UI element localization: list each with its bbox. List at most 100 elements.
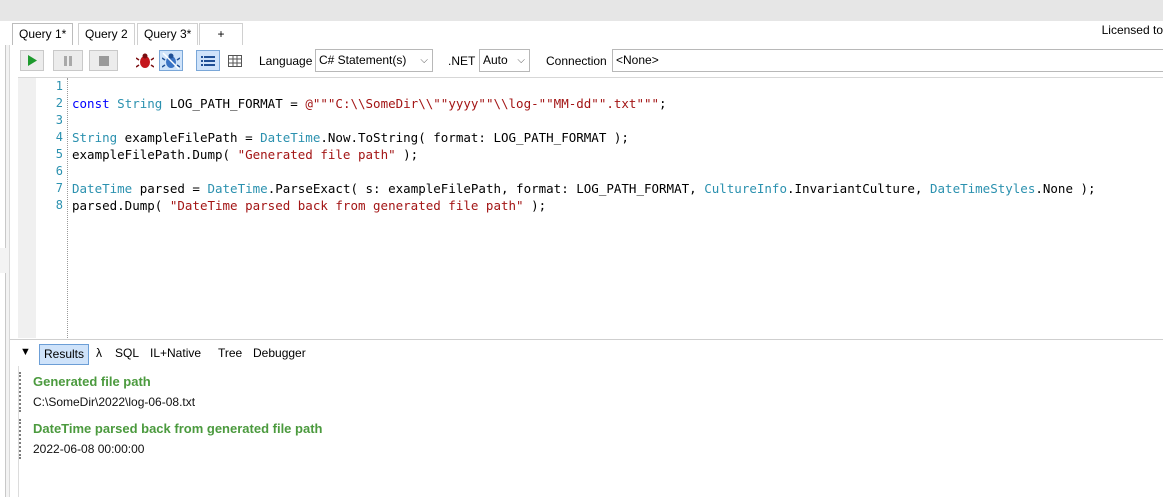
code-token: .Now.ToString( format: LOG_PATH_FORMAT )… — [320, 130, 629, 145]
line-number: 2 — [55, 96, 63, 110]
licensed-to-text: Licensed to — [1101, 23, 1163, 37]
result-value: C:\SomeDir\2022\log-06-08.txt — [33, 395, 196, 409]
type-token: DateTime — [260, 130, 321, 145]
dotnet-label: .NET — [448, 54, 476, 68]
chevron-down-icon: ⌵ — [420, 55, 428, 66]
result-tab-label: λ — [96, 346, 102, 360]
tab-label: Query 3* — [144, 27, 192, 41]
tab-il-native[interactable]: IL+Native — [146, 344, 205, 365]
left-panel-upper — [0, 45, 6, 248]
breakpoint-margin[interactable] — [18, 78, 36, 338]
type-token: String — [117, 96, 163, 111]
tab-tree[interactable]: Tree — [214, 344, 246, 365]
pause-icon — [64, 55, 72, 66]
bug-crossed-icon — [162, 51, 180, 70]
string-token: @"""C:\\SomeDir\\""yyyy""\\log-""MM-dd""… — [305, 96, 660, 111]
tab-query-1[interactable]: Query 1* — [12, 23, 74, 45]
results-grid-button[interactable] — [224, 50, 246, 71]
result-tab-label: IL+Native — [150, 346, 202, 360]
results-panel: Generated file path C:\SomeDir\2022\log-… — [18, 366, 1163, 497]
code-token: LOG_PATH_FORMAT = — [162, 96, 306, 111]
type-token: String — [72, 130, 118, 145]
code-line-5: exampleFilePath.Dump( "Generated file pa… — [72, 146, 418, 163]
string-token: "DateTime parsed back from generated fil… — [169, 198, 524, 213]
left-side-panel — [0, 45, 10, 497]
chevron-down-icon: ⌵ — [517, 55, 525, 66]
left-panel-lower — [0, 273, 6, 497]
code-token: exampleFilePath = — [117, 130, 261, 145]
string-token: "Generated file path" — [237, 147, 396, 162]
code-line-2: const String LOG_PATH_FORMAT = @"""C:\\S… — [72, 95, 667, 112]
code-line-7: DateTime parsed = DateTime.ParseExact( s… — [72, 180, 1096, 197]
code-token: ); — [395, 147, 419, 162]
grid-view-icon — [228, 54, 242, 67]
tab-label: Query 2 — [85, 27, 128, 41]
code-token: parsed.Dump( — [72, 198, 170, 213]
result-value: 2022-06-08 00:00:00 — [33, 442, 145, 456]
code-line-4: String exampleFilePath = DateTime.Now.To… — [72, 129, 629, 146]
window-top-strip — [0, 0, 1163, 21]
tab-query-3[interactable]: Query 3* — [137, 23, 199, 45]
bug-button[interactable] — [134, 50, 156, 71]
bug-icon — [136, 53, 154, 68]
result-item: Generated file path C:\SomeDir\2022\log-… — [19, 372, 195, 412]
connection-select-value: <None> — [616, 53, 659, 67]
code-token: parsed = — [132, 181, 208, 196]
result-tab-label: SQL — [115, 346, 140, 360]
result-tab-label: Tree — [218, 346, 243, 360]
code-token: exampleFilePath.Dump( — [72, 147, 238, 162]
line-number: 8 — [55, 198, 63, 212]
results-rich-text-button[interactable] — [196, 50, 220, 71]
pause-button[interactable] — [53, 50, 83, 71]
type-token: DateTime — [207, 181, 268, 196]
type-token: DateTime — [72, 181, 133, 196]
language-label: Language — [259, 54, 313, 68]
code-token: .ParseExact( s: exampleFilePath, format:… — [267, 181, 705, 196]
tab-label: Query 1* — [19, 27, 67, 41]
line-number: 6 — [55, 164, 63, 178]
debug-break-button[interactable] — [159, 50, 183, 71]
gutter-separator — [67, 78, 68, 338]
tab-debugger[interactable]: Debugger — [249, 344, 310, 365]
dotnet-version-select[interactable]: Auto ⌵ — [479, 49, 530, 72]
code-line-8: parsed.Dump( "DateTime parsed back from … — [72, 197, 546, 214]
query-tab-bar: Query 1* Query 2 Query 3* + Licensed to — [0, 21, 1163, 45]
result-item: DateTime parsed back from generated file… — [19, 419, 322, 459]
result-heading: Generated file path — [33, 374, 151, 389]
code-token: .InvariantCulture, — [787, 181, 930, 196]
list-view-icon — [201, 55, 215, 66]
keyword-token: const — [72, 96, 110, 111]
results-toolbar: ▼ Results λ SQL IL+Native Tree Debugger — [10, 339, 1163, 366]
stop-icon — [98, 55, 109, 66]
tab-sql[interactable]: SQL — [111, 344, 143, 365]
type-token: DateTimeStyles — [930, 181, 1036, 196]
tab-label: + — [217, 27, 225, 41]
tab-lambda[interactable]: λ — [92, 344, 106, 365]
result-heading: DateTime parsed back from generated file… — [33, 421, 323, 436]
line-number: 1 — [55, 79, 63, 93]
result-tab-label: Debugger — [253, 346, 306, 360]
collapse-results-icon[interactable]: ▼ — [20, 346, 31, 358]
result-tab-label: Results — [44, 347, 85, 361]
tab-query-2[interactable]: Query 2 — [78, 23, 135, 45]
language-select-value: C# Statement(s) — [319, 53, 407, 67]
line-number: 5 — [55, 147, 63, 161]
play-icon — [28, 55, 37, 66]
connection-label: Connection — [546, 54, 607, 68]
line-number: 4 — [55, 130, 63, 144]
line-number: 3 — [55, 113, 63, 127]
code-editor[interactable]: 1 2 3 4 5 6 7 8 const String LOG_PATH_FO… — [18, 77, 1163, 338]
code-token: .None ); — [1035, 181, 1096, 196]
editor-toolbar: Language C# Statement(s) ⌵ .NET Auto ⌵ C… — [10, 45, 1163, 77]
execute-button[interactable] — [20, 50, 44, 71]
connection-select[interactable]: <None> — [612, 49, 1163, 72]
dotnet-select-value: Auto — [483, 53, 508, 67]
editor-gutter: 1 2 3 4 5 6 7 8 — [18, 78, 68, 338]
code-token: ; — [659, 96, 667, 111]
tab-results[interactable]: Results — [39, 344, 90, 365]
language-select[interactable]: C# Statement(s) ⌵ — [315, 49, 433, 72]
stop-button[interactable] — [89, 50, 118, 71]
code-token: ); — [523, 198, 547, 213]
new-query-tab-button[interactable]: + — [199, 23, 243, 45]
line-number: 7 — [55, 181, 63, 195]
